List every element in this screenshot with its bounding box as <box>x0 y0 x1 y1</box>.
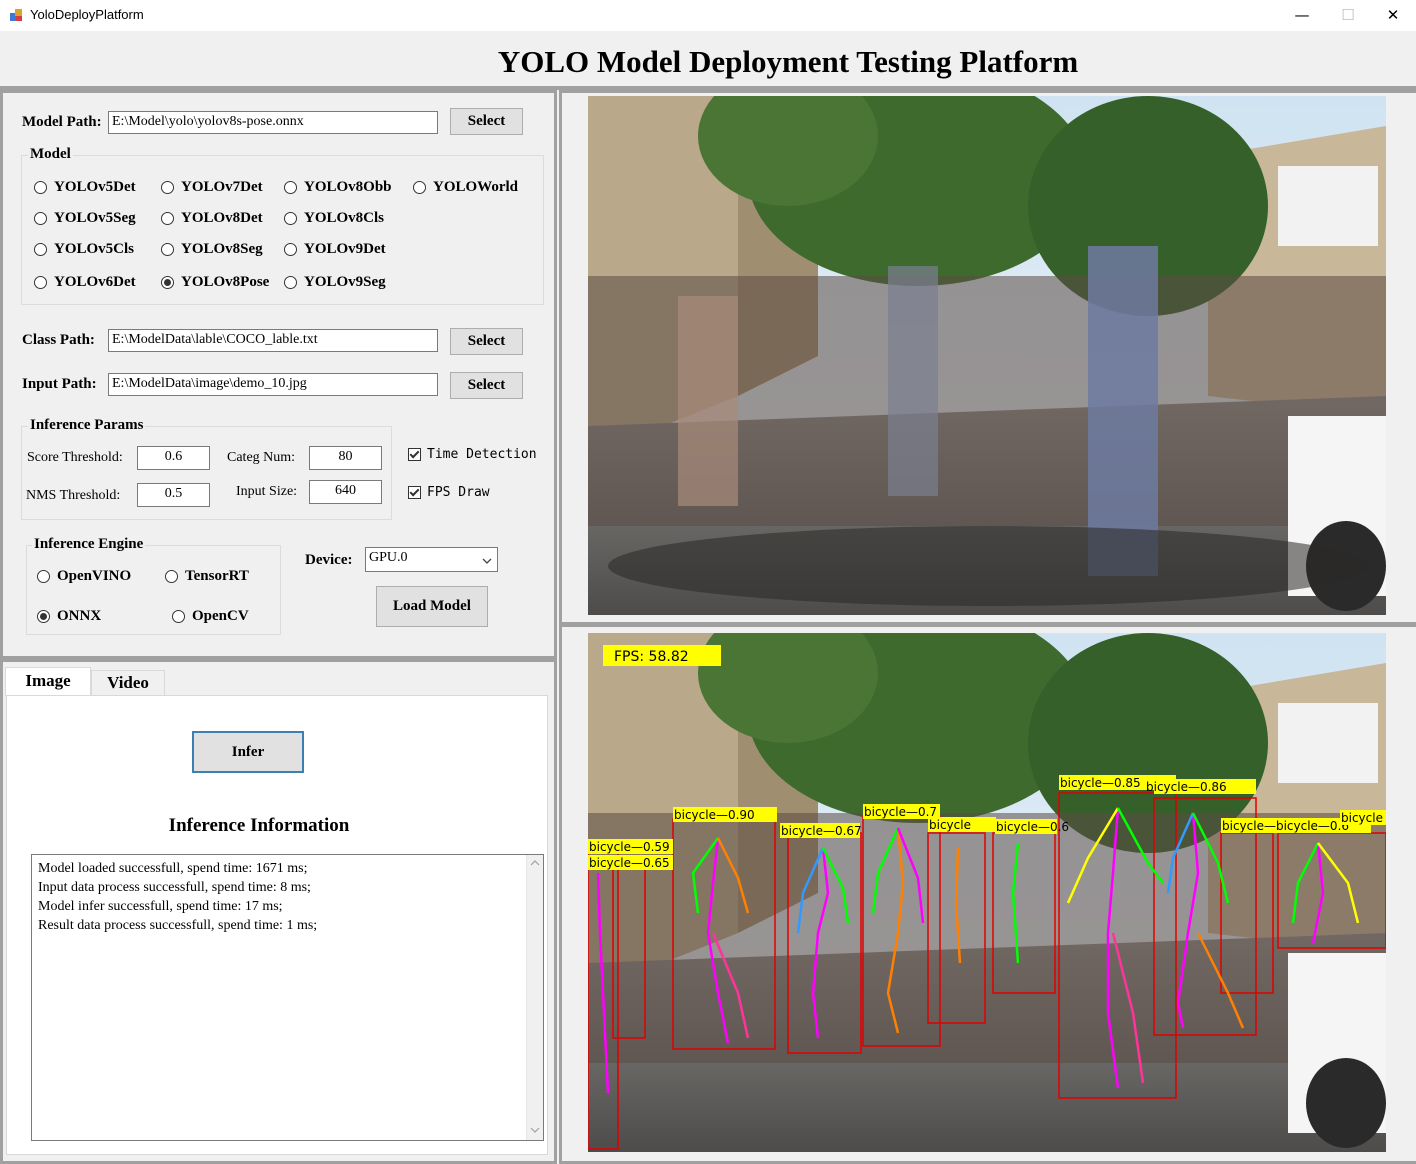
radio-yolov8cls[interactable]: YOLOv8Cls <box>284 210 384 227</box>
log-line: Model infer successfull, spend time: 17 … <box>38 899 283 914</box>
radio-dot <box>284 276 297 289</box>
det-label: bicycle—bicycle—0.6 <box>1222 819 1349 833</box>
input-size-input[interactable]: 640 <box>309 480 382 504</box>
radio-dot <box>161 212 174 225</box>
fps-readout: FPS: 58.82 <box>614 649 689 665</box>
det-label: bicycle—0.90 <box>674 808 755 822</box>
radio-tensorrt[interactable]: TensorRT <box>165 568 249 585</box>
det-label: bicycle <box>929 818 971 832</box>
det-label: bicycle—0.59 <box>589 840 670 854</box>
radio-openvino[interactable]: OpenVINO <box>37 568 131 585</box>
score-threshold-label: Score Threshold: <box>27 450 123 465</box>
radio-dot <box>165 570 178 583</box>
inference-log[interactable]: Model loaded successfull, spend time: 16… <box>31 854 544 1141</box>
params-group-title: Inference Params <box>28 417 146 434</box>
radio-onnx[interactable]: ONNX <box>37 608 101 625</box>
log-line: Model loaded successfull, spend time: 16… <box>38 861 308 876</box>
device-select-value: GPU.0 <box>369 550 408 565</box>
class-path-label: Class Path: <box>22 332 95 348</box>
det-label: bicycle—0.65 <box>589 856 670 870</box>
nms-threshold-label: NMS Threshold: <box>26 488 121 503</box>
radio-yoloworld[interactable]: YOLOWorld <box>413 179 518 196</box>
categ-num-input[interactable]: 80 <box>309 446 382 470</box>
radio-yolov9seg[interactable]: YOLOv9Seg <box>284 274 386 291</box>
det-label: bicycle <box>1341 811 1383 825</box>
model-group-title: Model <box>28 146 73 163</box>
input-path-input[interactable]: E:\ModelData\image\demo_10.jpg <box>108 373 438 396</box>
radio-yolov5seg[interactable]: YOLOv5Seg <box>34 210 136 227</box>
model-path-input[interactable]: E:\Model\yolo\yolov8s-pose.onnx <box>108 111 438 134</box>
load-model-button[interactable]: Load Model <box>376 586 488 627</box>
radio-dot-selected <box>161 276 174 289</box>
log-lines: Model loaded successfull, spend time: 16… <box>38 859 317 935</box>
radio-dot-selected <box>37 610 50 623</box>
app-icon <box>9 8 23 22</box>
model-path-select-button[interactable]: Select <box>450 108 523 135</box>
class-path-select-button[interactable]: Select <box>450 328 523 355</box>
page-title: YOLO Model Deployment Testing Platform <box>497 44 1079 79</box>
input-image <box>588 96 1386 615</box>
radio-dot <box>161 181 174 194</box>
chevron-down-icon[interactable] <box>482 553 492 571</box>
radio-dot <box>172 610 185 623</box>
det-label: bicycle—0.85 <box>1060 776 1141 790</box>
radio-yolov9det[interactable]: YOLOv9Det <box>284 241 386 258</box>
device-label: Device: <box>305 552 353 568</box>
det-label: bicycle—0.86 <box>1146 780 1227 794</box>
input-path-select-button[interactable]: Select <box>450 372 523 399</box>
tab-image[interactable]: Image <box>5 667 91 696</box>
maximize-button[interactable]: ☐ <box>1325 0 1371 31</box>
radio-opencv[interactable]: OpenCV <box>172 608 249 625</box>
nms-threshold-input[interactable]: 0.5 <box>137 483 210 507</box>
det-label: bicycle—0.6 <box>996 820 1069 834</box>
engine-group-title: Inference Engine <box>32 536 146 553</box>
radio-dot <box>284 212 297 225</box>
radio-yolov6det[interactable]: YOLOv6Det <box>34 274 136 291</box>
radio-yolov8det[interactable]: YOLOv8Det <box>161 210 263 227</box>
model-path-label: Model Path: <box>22 114 102 130</box>
log-scrollbar[interactable] <box>526 855 543 1140</box>
checkbox-box <box>408 448 421 461</box>
input-path-label: Input Path: <box>22 376 97 392</box>
title-bar <box>0 0 1416 32</box>
radio-yolov8obb[interactable]: YOLOv8Obb <box>284 179 392 196</box>
result-image: bicycle—0.90 bicycle—0.7 bicycle—0.85 bi… <box>588 633 1386 1152</box>
window-title: YoloDeployPlatform <box>30 7 144 22</box>
minimize-button[interactable]: — <box>1279 0 1325 31</box>
device-select[interactable]: GPU.0 <box>365 547 498 572</box>
score-threshold-input[interactable]: 0.6 <box>137 446 210 470</box>
time-detection-checkbox[interactable]: Time Detection <box>408 447 537 462</box>
radio-dot <box>34 243 47 256</box>
close-button[interactable]: ✕ <box>1370 0 1416 31</box>
checkbox-box <box>408 486 421 499</box>
class-path-input[interactable]: E:\ModelData\lable\COCO_lable.txt <box>108 329 438 352</box>
radio-dot <box>34 276 47 289</box>
tab-video[interactable]: Video <box>91 670 165 696</box>
log-line: Result data process successfull, spend t… <box>38 918 318 933</box>
log-line: Input data process successfull, spend ti… <box>38 880 311 895</box>
radio-yolov5det[interactable]: YOLOv5Det <box>34 179 136 196</box>
radio-yolov8seg[interactable]: YOLOv8Seg <box>161 241 263 258</box>
radio-yolov5cls[interactable]: YOLOv5Cls <box>34 241 134 258</box>
input-size-label: Input Size: <box>236 484 298 499</box>
radio-dot <box>37 570 50 583</box>
radio-yolov8pose[interactable]: YOLOv8Pose <box>161 274 269 291</box>
radio-dot <box>161 243 174 256</box>
det-label: bicycle—0.7 <box>864 805 937 819</box>
det-label: bicycle—0.67 <box>781 824 862 838</box>
radio-dot <box>34 212 47 225</box>
radio-yolov7det[interactable]: YOLOv7Det <box>161 179 263 196</box>
radio-dot <box>284 243 297 256</box>
categ-num-label: Categ Num: <box>227 450 296 465</box>
radio-dot <box>34 181 47 194</box>
fps-draw-checkbox[interactable]: FPS Draw <box>408 485 490 500</box>
radio-dot <box>284 181 297 194</box>
inference-info-title: Inference Information <box>168 815 350 836</box>
infer-button[interactable]: Infer <box>192 731 304 773</box>
radio-dot <box>413 181 426 194</box>
